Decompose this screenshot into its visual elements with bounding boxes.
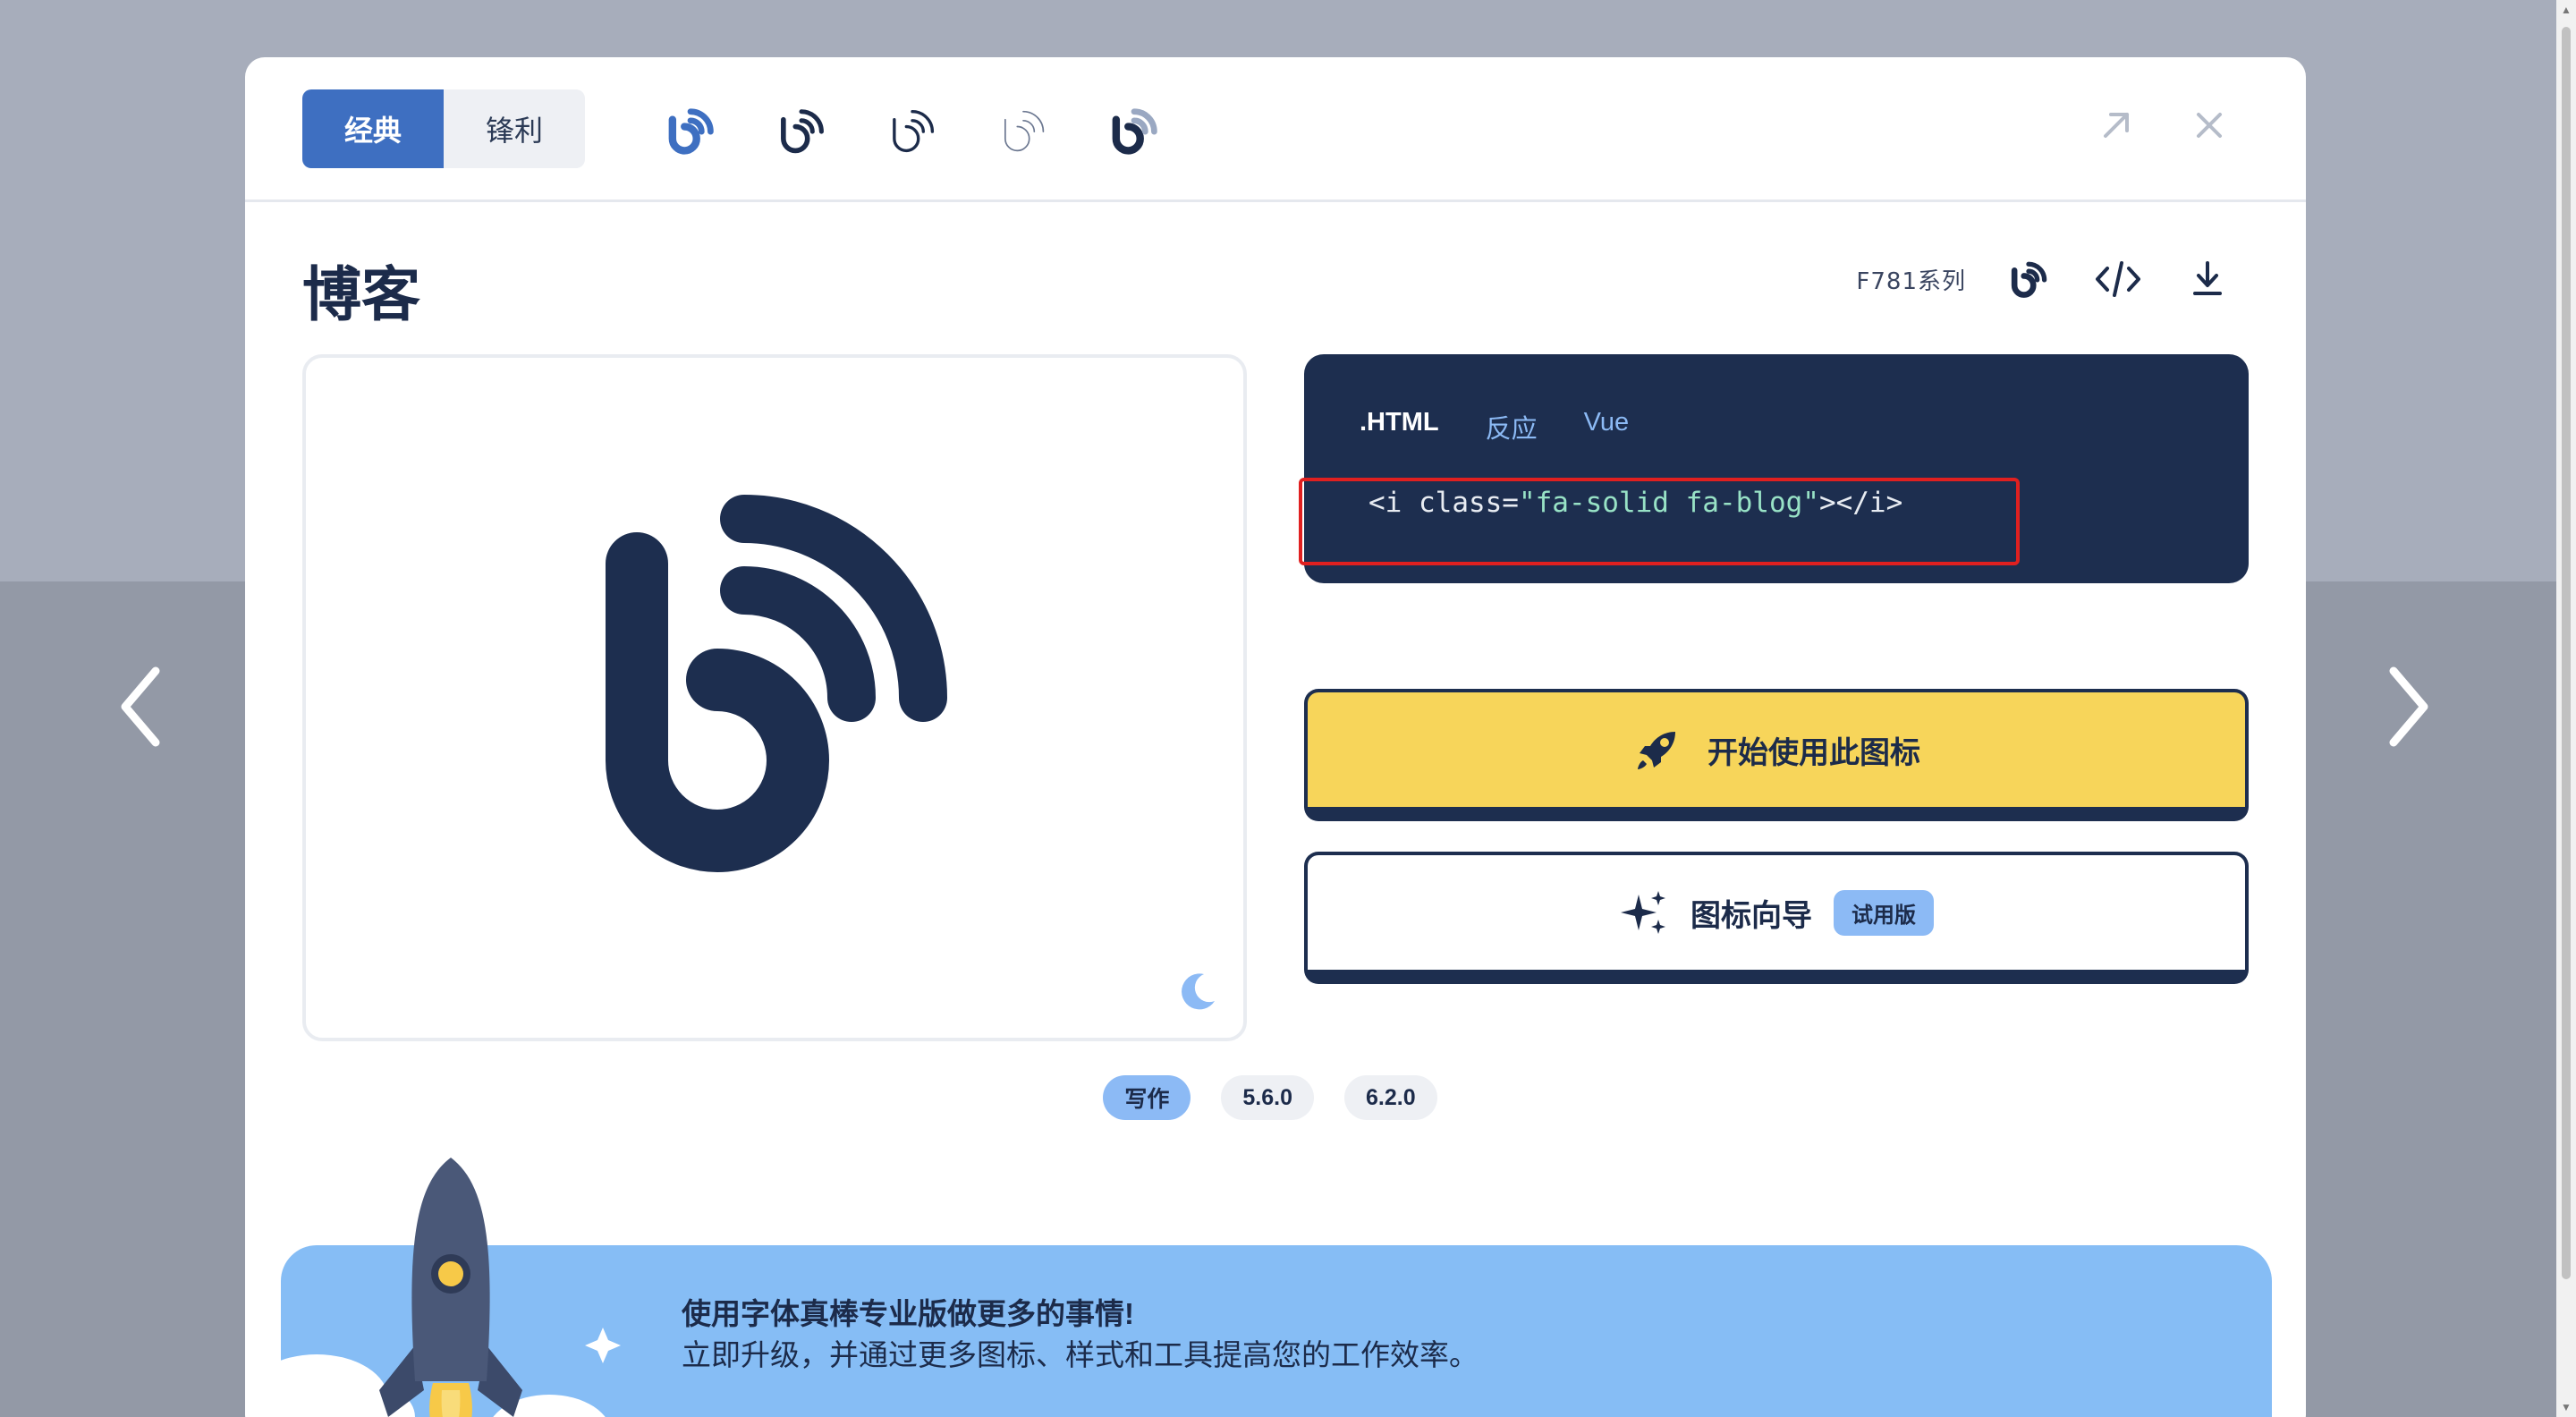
dark-mode-toggle-icon[interactable] <box>1177 971 1218 1016</box>
icon-meta-bar: F781系列 <box>1856 252 2234 306</box>
code-tabs: .HTML 反应 Vue <box>1360 408 1629 445</box>
blog-preview-icon <box>606 495 947 872</box>
tab-vue[interactable]: Vue <box>1584 408 1630 445</box>
icon-wizard-button[interactable]: 图标向导 试用版 <box>1304 852 2249 984</box>
blog-regular-icon[interactable] <box>767 97 835 165</box>
copy-code-icon[interactable] <box>2091 252 2145 306</box>
expand-icon[interactable] <box>2091 100 2141 150</box>
header-actions <box>2091 100 2234 150</box>
style-variant-list <box>657 97 1168 165</box>
version-tag[interactable]: 5.6.0 <box>1221 1075 1314 1120</box>
code-close: ></i> <box>1818 487 1903 519</box>
category-tag[interactable]: 写作 <box>1103 1075 1191 1120</box>
blog-duotone-icon[interactable] <box>1100 97 1168 165</box>
start-button-label: 开始使用此图标 <box>1707 735 1920 770</box>
icon-tags: 写作 5.6.0 6.2.0 <box>245 1075 2306 1120</box>
code-snippet-panel: .HTML 反应 Vue <i class="fa-solid fa-blog"… <box>1304 354 2249 583</box>
icon-detail-modal: 经典 锋利 博客 F781系列 .HTML 反应 Vue <i class="f… <box>245 57 2306 1417</box>
version-tag[interactable]: 6.2.0 <box>1344 1075 1437 1120</box>
modal-header: 经典 锋利 <box>245 57 2306 202</box>
previous-icon-arrow[interactable] <box>106 662 177 751</box>
sparkles-icon <box>1621 891 1665 934</box>
icon-title: 博客 <box>302 261 420 327</box>
promo-text: 立即升级，并通过更多图标、样式和工具提高您的工作效率。 <box>682 1338 1479 1371</box>
code-class-value: "fa-solid fa-blog" <box>1518 487 1819 519</box>
scroll-up-icon[interactable]: ▲ <box>2560 4 2572 16</box>
style-family-switch: 经典 锋利 <box>302 89 585 168</box>
blog-solid-icon[interactable] <box>657 97 724 165</box>
blog-light-icon[interactable] <box>878 97 946 165</box>
blog-thin-icon[interactable] <box>989 97 1057 165</box>
code-snippet[interactable]: <i class="fa-solid fa-blog"></i> <box>1368 487 1902 519</box>
close-icon[interactable] <box>2184 100 2234 150</box>
scroll-down-icon[interactable]: ▼ <box>2560 1401 2572 1413</box>
icon-preview-panel <box>302 354 1247 1041</box>
style-tab-sharp[interactable]: 锋利 <box>444 89 585 168</box>
unicode-label[interactable]: F781系列 <box>1856 263 1966 296</box>
scrollbar-thumb[interactable] <box>2562 27 2571 1279</box>
copy-glyph-icon[interactable] <box>2002 252 2055 306</box>
trial-badge: 试用版 <box>1834 889 1934 936</box>
wizard-button-label: 图标向导 <box>1690 898 1812 933</box>
page-scrollbar[interactable]: ▲ ▼ <box>2556 0 2576 1417</box>
rocket-illustration-icon <box>281 1158 621 1417</box>
promo-title: 使用字体真棒专业版做更多的事情! <box>682 1297 1134 1330</box>
tab-react[interactable]: 反应 <box>1486 408 1538 445</box>
start-using-icon-button[interactable]: 开始使用此图标 <box>1304 689 2249 821</box>
code-open: <i class= <box>1368 487 1519 519</box>
download-icon[interactable] <box>2181 252 2234 306</box>
tab-html[interactable]: .HTML <box>1360 408 1439 445</box>
style-tab-classic[interactable]: 经典 <box>302 89 444 168</box>
next-icon-arrow[interactable] <box>2372 662 2444 751</box>
rocket-icon <box>1638 732 1675 769</box>
